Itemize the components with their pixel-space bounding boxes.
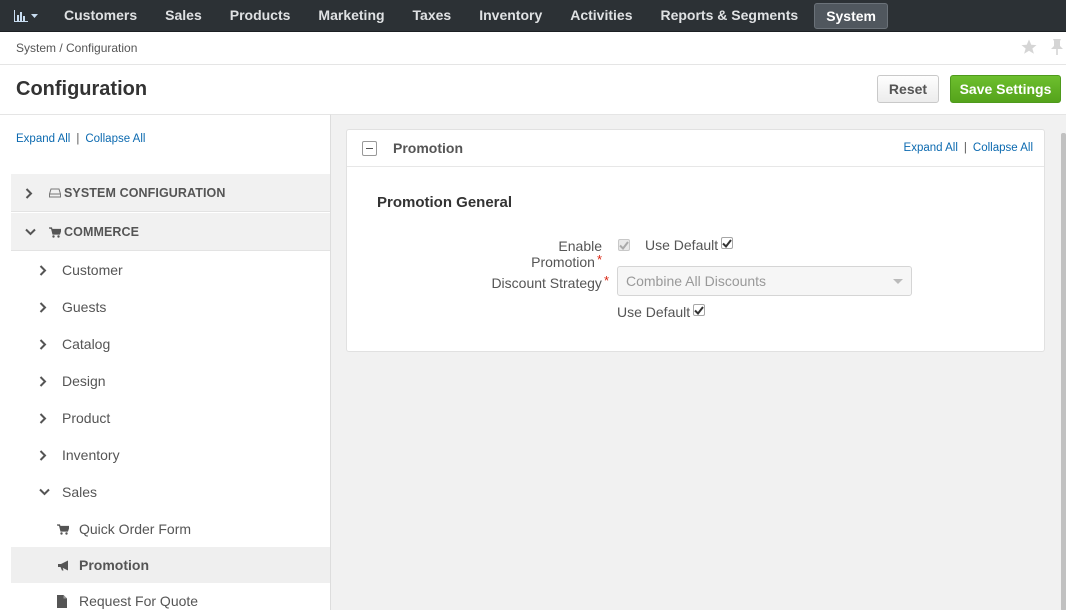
use-default-label: Use Default bbox=[617, 304, 691, 320]
tree-item-request-for-quote[interactable]: Request For Quote bbox=[11, 583, 330, 610]
nav-reports-segments[interactable]: Reports & Segments bbox=[646, 0, 812, 32]
bullhorn-icon bbox=[58, 560, 68, 570]
nav-products[interactable]: Products bbox=[216, 0, 305, 32]
chevron-right-icon bbox=[39, 375, 47, 387]
nav-sales[interactable]: Sales bbox=[151, 0, 216, 32]
tree-item-label: Guests bbox=[62, 299, 107, 315]
tree-item-design[interactable]: Design bbox=[11, 363, 330, 399]
tree-item-sales[interactable]: Sales bbox=[11, 474, 330, 510]
tree-item-label: Customer bbox=[62, 262, 123, 278]
nav-inventory[interactable]: Inventory bbox=[465, 0, 556, 32]
save-settings-button[interactable]: Save Settings bbox=[950, 75, 1061, 103]
use-default-checkbox[interactable] bbox=[721, 237, 733, 249]
tree-group-system-configuration[interactable]: SYSTEM CONFIGURATION bbox=[11, 174, 330, 212]
use-default-checkbox-2[interactable] bbox=[693, 304, 705, 316]
tree-item-label: Sales bbox=[62, 484, 98, 500]
pin-icon[interactable] bbox=[1050, 38, 1064, 56]
sidebar-collapse-all-link[interactable]: Collapse All bbox=[85, 133, 145, 145]
chevron-right-icon bbox=[39, 301, 47, 313]
chevron-right-icon bbox=[39, 412, 47, 424]
chevron-right-icon bbox=[25, 187, 33, 199]
scrollbar[interactable] bbox=[1061, 133, 1066, 610]
tree-item-label: Promotion bbox=[79, 557, 149, 573]
tree-group-label: SYSTEM CONFIGURATION bbox=[64, 185, 226, 200]
discount-strategy-select[interactable]: Combine All Discounts bbox=[617, 266, 912, 296]
page-header: Configuration Reset Save Settings bbox=[0, 65, 1066, 114]
panel-expand-all-link[interactable]: Expand All bbox=[904, 142, 958, 154]
select-value: Combine All Discounts bbox=[626, 273, 767, 289]
caret-down-icon bbox=[893, 279, 903, 284]
cart-icon bbox=[49, 226, 61, 238]
nav-taxes[interactable]: Taxes bbox=[399, 0, 466, 32]
breadcrumb: System / Configuration bbox=[16, 41, 138, 55]
tree-group-label: COMMERCE bbox=[64, 224, 140, 239]
tree-item-quick-order-form[interactable]: Quick Order Form bbox=[11, 511, 330, 547]
main-content: Promotion Expand All | Collapse All Promot… bbox=[331, 114, 1066, 610]
nav-customers[interactable]: Customers bbox=[50, 0, 151, 32]
tree-item-promotion[interactable]: Promotion bbox=[11, 547, 330, 583]
section-title: Promotion General bbox=[377, 194, 513, 211]
chevron-right-icon bbox=[39, 264, 47, 276]
tree-item-label: Catalog bbox=[62, 336, 111, 352]
top-navbar: Customers Sales Products Marketing Taxes… bbox=[0, 0, 1066, 32]
tree-item-guests[interactable]: Guests bbox=[11, 289, 330, 325]
panel-header: Promotion Expand All | Collapse All bbox=[347, 130, 1044, 167]
star-icon[interactable] bbox=[1020, 38, 1038, 56]
required-asterisk: * bbox=[603, 273, 609, 288]
tree-item-catalog[interactable]: Catalog bbox=[11, 326, 330, 362]
check-icon bbox=[619, 240, 629, 250]
dashboard-menu-button[interactable] bbox=[8, 0, 44, 32]
chevron-down-icon bbox=[25, 228, 36, 236]
tree-group-commerce[interactable]: COMMERCE bbox=[11, 213, 330, 251]
required-asterisk: * bbox=[596, 252, 602, 267]
check-icon bbox=[722, 238, 732, 248]
tree-item-label: Product bbox=[62, 410, 111, 426]
config-sidebar: Expand All | Collapse All SYSTEM CONFIGURA… bbox=[0, 114, 331, 610]
panel-title: Promotion bbox=[393, 140, 463, 156]
caret-down-icon bbox=[31, 13, 38, 18]
tree-item-product[interactable]: Product bbox=[11, 400, 330, 436]
nav-system[interactable]: System bbox=[814, 3, 888, 29]
tree-item-customer[interactable]: Customer bbox=[11, 252, 330, 288]
tree-item-label: Request For Quote bbox=[79, 593, 199, 609]
cart-icon bbox=[57, 523, 69, 535]
sidebar-expand-all-link[interactable]: Expand All bbox=[16, 133, 70, 145]
chevron-right-icon bbox=[39, 449, 47, 461]
tree-item-label: Inventory bbox=[62, 447, 120, 463]
tree-item-label: Quick Order Form bbox=[79, 521, 192, 537]
page-title: Configuration bbox=[16, 78, 148, 100]
breadcrumb-bar: System / Configuration bbox=[0, 32, 1066, 65]
enable-promotion-label: Enable Promotion * bbox=[531, 238, 602, 270]
hdd-icon bbox=[49, 188, 61, 198]
use-default-label: Use Default bbox=[645, 237, 719, 253]
chevron-down-icon bbox=[39, 488, 50, 496]
tree-item-inventory[interactable]: Inventory bbox=[11, 437, 330, 473]
minus-icon bbox=[366, 148, 373, 149]
promotion-panel: Promotion Expand All | Collapse All Promot… bbox=[346, 129, 1045, 352]
reset-button[interactable]: Reset bbox=[877, 75, 939, 103]
panel-collapse-all-link[interactable]: Collapse All bbox=[973, 142, 1033, 154]
check-icon bbox=[694, 305, 704, 315]
tree-item-label: Design bbox=[62, 373, 106, 389]
panel-collapse-button[interactable] bbox=[362, 141, 377, 156]
file-icon bbox=[57, 594, 67, 608]
main-menu: Customers Sales Products Marketing Taxes… bbox=[50, 0, 890, 32]
chevron-right-icon bbox=[39, 338, 47, 350]
nav-activities[interactable]: Activities bbox=[556, 0, 646, 32]
nav-marketing[interactable]: Marketing bbox=[304, 0, 398, 32]
bar-chart-icon bbox=[14, 10, 28, 22]
enable-promotion-checkbox[interactable] bbox=[618, 239, 630, 251]
discount-strategy-label: Discount Strategy * bbox=[491, 273, 609, 291]
